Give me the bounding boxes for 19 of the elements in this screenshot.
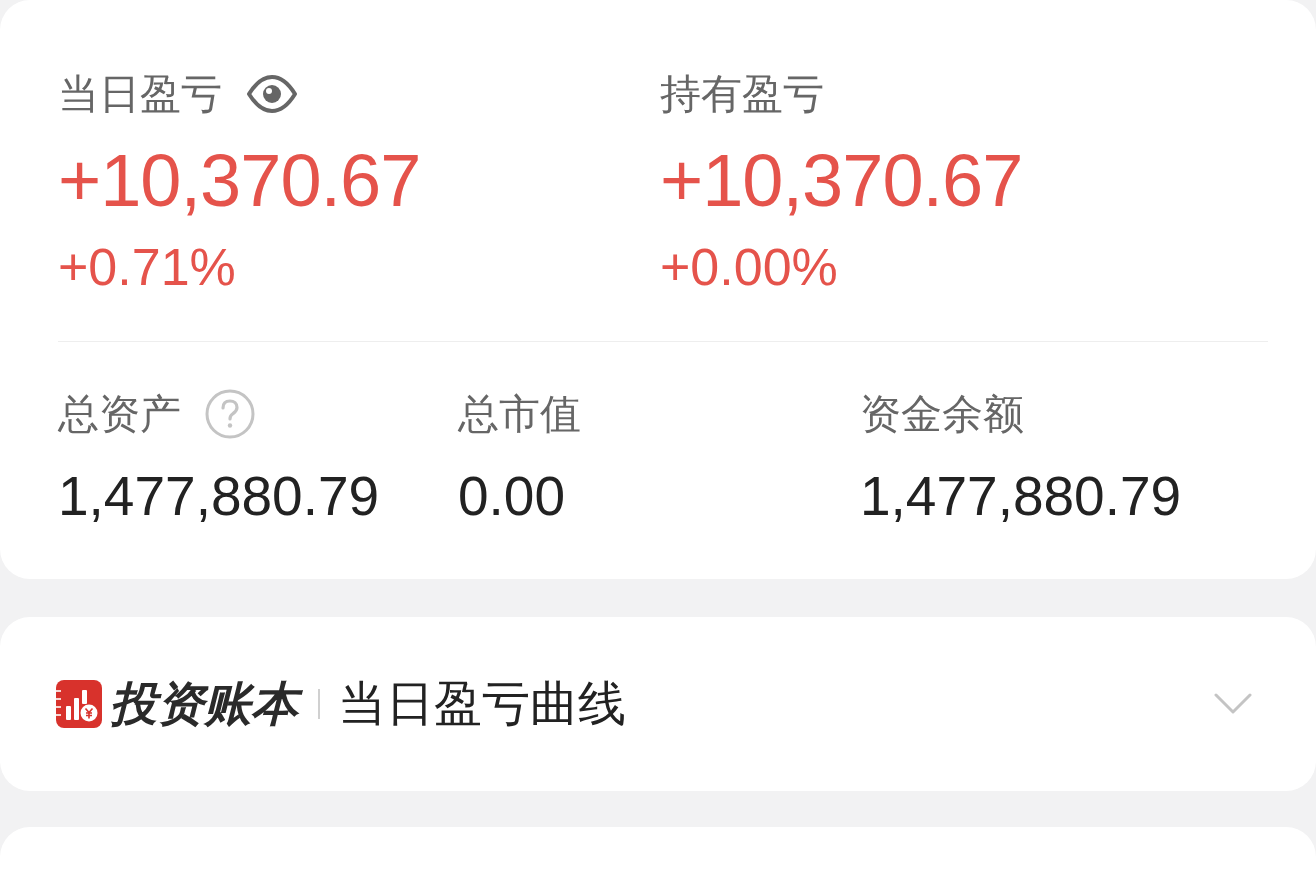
chart-panel-header[interactable]: 投资账本 当日盈亏曲线 (0, 617, 1316, 791)
brand-name: 投资账本 (108, 674, 306, 734)
asset-value: 1,477,880.79 (58, 464, 380, 528)
chevron-icon[interactable] (1214, 692, 1252, 716)
ledger-chart-logo-icon (56, 680, 102, 728)
chart-panel-title: 当日盈亏曲线 (338, 676, 626, 732)
asset-label: 总市值 (458, 390, 581, 438)
profit-label: 持有盈亏 (660, 70, 824, 118)
asset-label: 总资产 (58, 390, 181, 438)
eye-icon[interactable] (246, 75, 298, 113)
profit-percent: +0.00% (660, 237, 838, 297)
asset-label: 资金余额 (860, 390, 1024, 438)
profit-amount: +10,370.67 (660, 141, 1023, 221)
help-icon[interactable] (205, 389, 255, 439)
profit-amount: +10,370.67 (58, 141, 421, 221)
profit-percent: +0.71% (58, 237, 236, 297)
asset-value: 1,477,880.79 (860, 464, 1182, 528)
asset-value: 0.00 (458, 464, 566, 528)
profit-label: 当日盈亏 (58, 70, 222, 118)
